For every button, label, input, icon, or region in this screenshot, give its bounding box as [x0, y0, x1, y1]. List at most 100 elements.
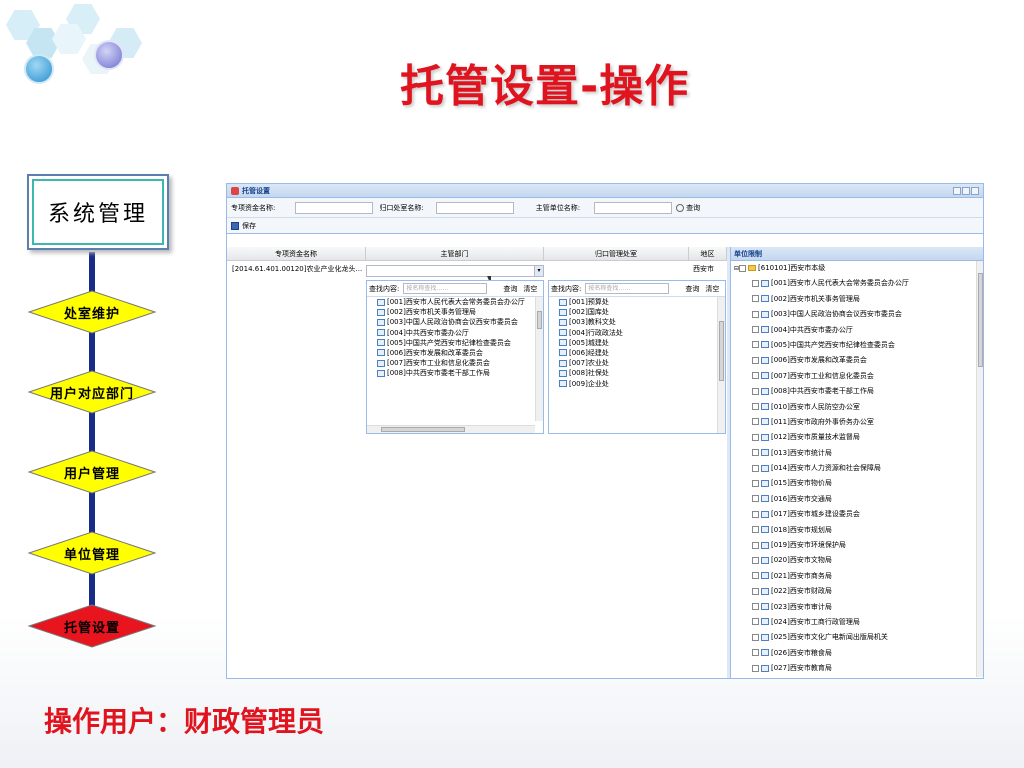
tree-item[interactable]: [020]西安市文物局: [734, 553, 983, 568]
vertical-scrollbar[interactable]: [535, 297, 543, 421]
list-item[interactable]: [006]经建处: [549, 348, 725, 358]
list-item[interactable]: [002]西安市机关事务管理局: [367, 307, 543, 317]
tree-item[interactable]: [011]西安市政府外事侨务办公室: [734, 415, 983, 430]
save-button[interactable]: 保存: [242, 221, 256, 231]
tree-item[interactable]: [013]西安市统计局: [734, 446, 983, 461]
checkbox[interactable]: [752, 649, 759, 657]
list-item[interactable]: [003]教科文处: [549, 317, 725, 327]
col-department[interactable]: 主管部门: [366, 247, 544, 260]
list-item[interactable]: [003]中国人民政治协商会议西安市委员会: [367, 317, 543, 327]
tree-item[interactable]: [019]西安市环境保护局: [734, 538, 983, 553]
checkbox[interactable]: [752, 526, 759, 534]
horizontal-scrollbar[interactable]: [367, 425, 535, 433]
list-item[interactable]: [007]农业处: [549, 358, 725, 368]
list-item[interactable]: [006]西安市发展和改革委员会: [367, 348, 543, 358]
tree-item[interactable]: [018]西安市规划局: [734, 523, 983, 538]
checkbox[interactable]: [752, 433, 759, 441]
nav-office-maintenance[interactable]: 处室维护: [27, 289, 157, 335]
checkbox[interactable]: [752, 479, 759, 487]
checkbox[interactable]: [752, 279, 759, 287]
checkbox[interactable]: [752, 633, 759, 641]
list-item[interactable]: [005]城建处: [549, 338, 725, 348]
checkbox[interactable]: [752, 572, 759, 580]
checkbox[interactable]: [752, 295, 759, 303]
clear-button[interactable]: 清空: [705, 284, 719, 294]
nav-unit-management[interactable]: 单位管理: [27, 530, 157, 576]
grid-cell-fund[interactable]: [2014.61.401.00120]农业产业化龙头...: [232, 264, 362, 274]
unit-input[interactable]: [594, 201, 673, 214]
close-icon[interactable]: [971, 186, 979, 195]
checkbox[interactable]: [752, 449, 759, 457]
clear-button[interactable]: 清空: [523, 284, 537, 294]
list-item[interactable]: [001]西安市人民代表大会常务委员会办公厅: [367, 297, 543, 307]
tree-item[interactable]: [003]中国人民政治协商会议西安市委员会: [734, 307, 983, 322]
tree-item[interactable]: [014]西安市人力资源和社会保障局: [734, 461, 983, 476]
checkbox[interactable]: [752, 310, 759, 318]
checkbox[interactable]: [752, 341, 759, 349]
tree-item[interactable]: [012]西安市质量技术监督局: [734, 430, 983, 445]
grid-cell-region[interactable]: 西安市: [693, 264, 714, 274]
tree-item[interactable]: [010]西安市人民防空办公室: [734, 400, 983, 415]
tree-item[interactable]: [002]西安市机关事务管理局: [734, 292, 983, 307]
checkbox[interactable]: [752, 541, 759, 549]
checkbox[interactable]: [752, 464, 759, 472]
tree-item[interactable]: [021]西安市商务局: [734, 569, 983, 584]
tree-item[interactable]: [025]西安市文化广电新闻出版局机关: [734, 630, 983, 645]
list-item[interactable]: [009]企业处: [549, 379, 725, 389]
list-item[interactable]: [008]中共西安市委老干部工作局: [367, 368, 543, 378]
fund-name-input[interactable]: [295, 201, 374, 214]
list-item[interactable]: [004]中共西安市委办公厅: [367, 328, 543, 338]
tree-item[interactable]: [024]西安市工商行政管理局: [734, 615, 983, 630]
checkbox[interactable]: [752, 587, 759, 595]
vertical-scrollbar[interactable]: [976, 261, 983, 677]
tree-item[interactable]: [027]西安市教育局: [734, 661, 983, 676]
query-button[interactable]: 查询: [685, 284, 699, 294]
search-button[interactable]: 查询: [686, 203, 700, 213]
tree-item[interactable]: [017]西安市城乡建设委员会: [734, 507, 983, 522]
tree-item[interactable]: [004]中共西安市委办公厅: [734, 323, 983, 338]
tree-item[interactable]: [007]西安市工业和信息化委员会: [734, 369, 983, 384]
office-input[interactable]: [435, 201, 514, 214]
vertical-scrollbar[interactable]: [717, 297, 725, 433]
find-input[interactable]: 按名称查找……: [403, 283, 488, 294]
nav-hosting-settings[interactable]: 托管设置: [27, 603, 157, 649]
tree-item[interactable]: [008]中共西安市委老干部工作局: [734, 384, 983, 399]
tree-item[interactable]: [015]西安市物价局: [734, 476, 983, 491]
checkbox[interactable]: [752, 495, 759, 503]
checkbox[interactable]: [752, 387, 759, 395]
checkbox[interactable]: [752, 326, 759, 334]
checkbox[interactable]: [752, 603, 759, 611]
restore-icon[interactable]: [962, 186, 970, 195]
checkbox[interactable]: [752, 664, 759, 672]
checkbox[interactable]: [752, 418, 759, 426]
tree-item[interactable]: [006]西安市发展和改革委员会: [734, 353, 983, 368]
department-combo[interactable]: ▾: [366, 265, 544, 277]
minimize-icon[interactable]: [953, 186, 961, 195]
tree-item[interactable]: [001]西安市人民代表大会常务委员会办公厅: [734, 276, 983, 291]
list-item[interactable]: [004]行政政法处: [549, 328, 725, 338]
search-icon[interactable]: [676, 203, 685, 212]
checkbox[interactable]: [739, 264, 747, 272]
tree-item[interactable]: [022]西安市财政局: [734, 584, 983, 599]
col-office[interactable]: 归口管理处室: [544, 247, 689, 260]
list-item[interactable]: [008]社保处: [549, 368, 725, 378]
tree-item[interactable]: [005]中国共产党西安市纪律检查委员会: [734, 338, 983, 353]
query-button[interactable]: 查询: [503, 284, 517, 294]
list-item[interactable]: [002]国库处: [549, 307, 725, 317]
tree-item[interactable]: [016]西安市交通局: [734, 492, 983, 507]
checkbox[interactable]: [752, 618, 759, 626]
list-item[interactable]: [005]中国共产党西安市纪律检查委员会: [367, 338, 543, 348]
checkbox[interactable]: [752, 372, 759, 380]
list-item[interactable]: [007]西安市工业和信息化委员会: [367, 358, 543, 368]
find-input[interactable]: 按名称查找……: [585, 283, 670, 294]
list-item[interactable]: [001]预算处: [549, 297, 725, 307]
checkbox[interactable]: [752, 556, 759, 564]
nav-user-management[interactable]: 用户管理: [27, 449, 157, 495]
chevron-down-icon[interactable]: ▾: [534, 266, 543, 276]
checkbox[interactable]: [752, 403, 759, 411]
tree-root[interactable]: ⊟ [610101]西安市本级: [734, 261, 983, 276]
checkbox[interactable]: [752, 510, 759, 518]
nav-user-department[interactable]: 用户对应部门: [27, 369, 157, 415]
tree-item[interactable]: [026]西安市粮食局: [734, 646, 983, 661]
tree-item[interactable]: [023]西安市审计局: [734, 600, 983, 615]
